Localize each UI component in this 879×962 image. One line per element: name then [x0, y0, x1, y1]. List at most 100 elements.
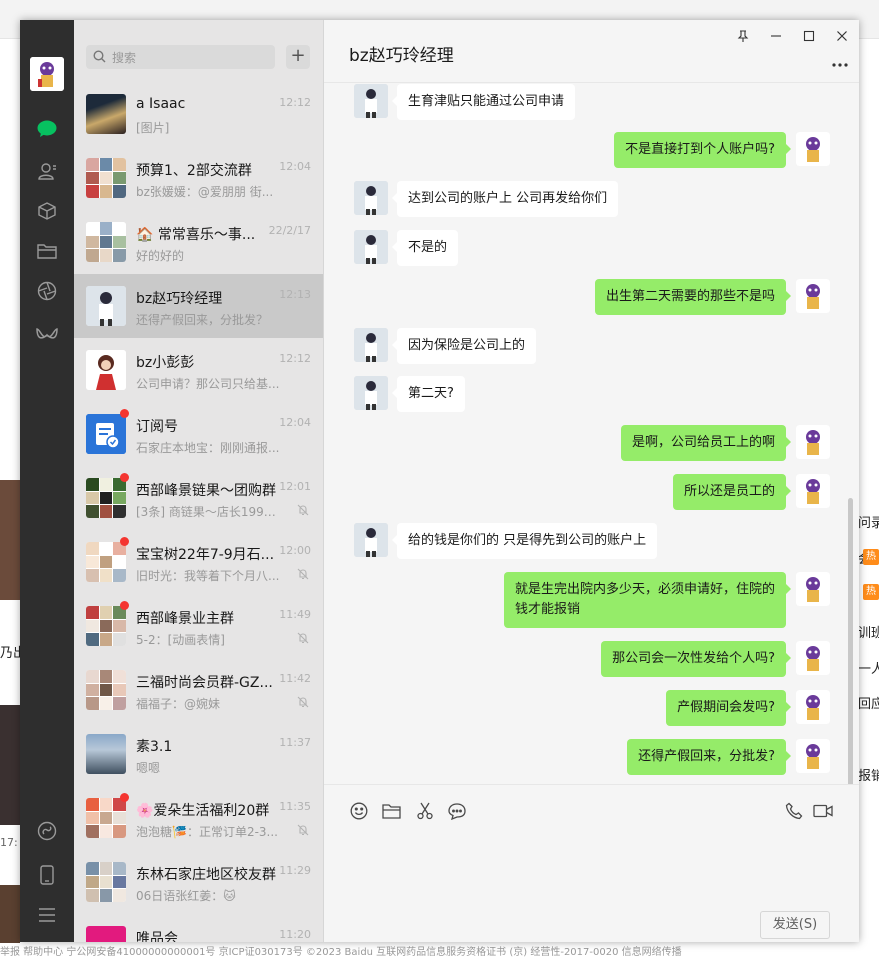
- conversation-name: 🏠 常常喜乐～事...: [136, 227, 256, 243]
- folder-icon[interactable]: [380, 800, 402, 822]
- message-bubble[interactable]: 是啊，公司给员工上的啊: [620, 425, 792, 461]
- pin-icon[interactable]: [731, 24, 755, 48]
- message-bubble[interactable]: 就是生完出院内多少天，必须申请好，住院的钱才能报销: [504, 572, 791, 628]
- search-input[interactable]: [110, 48, 269, 68]
- more-options-button[interactable]: [832, 52, 848, 71]
- my-avatar[interactable]: [796, 739, 830, 773]
- channels-icon[interactable]: [34, 322, 60, 348]
- message-bubble[interactable]: 达到公司的账户上 公司再发给你们: [391, 181, 619, 217]
- conversation-name: 订阅号: [136, 419, 178, 435]
- my-avatar[interactable]: [796, 641, 830, 675]
- message-bubble[interactable]: 不是的: [391, 230, 459, 266]
- menu-icon[interactable]: [34, 902, 60, 928]
- mini-program-icon[interactable]: [34, 818, 60, 844]
- minimize-button[interactable]: [764, 24, 788, 48]
- conversation-preview: 泡泡糖🎏：正常订单2-3...: [136, 825, 278, 839]
- conversation-name: 西部峰景业主群: [136, 611, 234, 627]
- contact-avatar[interactable]: [354, 376, 388, 410]
- conversation-item[interactable]: 🏠 常常喜乐～事... 22/2/17 好的好的: [74, 210, 323, 274]
- bg-text-fragment: 一人: [858, 662, 879, 677]
- conversation-time: 22/2/17: [268, 224, 311, 237]
- chat-icon[interactable]: [34, 116, 60, 142]
- phone-call-icon[interactable]: [783, 800, 805, 822]
- contact-avatar[interactable]: [354, 181, 388, 215]
- message-bubble[interactable]: 给的钱是你们的 只是得先到公司的账户上: [391, 523, 658, 559]
- message-bubble[interactable]: 还得产假回来，分批发?: [627, 739, 791, 775]
- message-bubble[interactable]: 不是直接打到个人账户吗?: [614, 132, 791, 168]
- contacts-icon[interactable]: [34, 158, 60, 184]
- message-bubble[interactable]: 产假期间会发吗?: [666, 690, 791, 726]
- conversation-preview: 嗯嗯: [136, 761, 161, 775]
- conversation-time: 11:20: [279, 928, 311, 941]
- contact-avatar[interactable]: [354, 230, 388, 264]
- avatar: [86, 286, 126, 326]
- group-avatar: [86, 670, 126, 710]
- search-box[interactable]: [86, 45, 275, 69]
- chat-history-icon[interactable]: [446, 800, 468, 822]
- wechat-window: + a Isaac 12:12 [图片] 预算1、2部交流群 12:04 bz张…: [20, 20, 859, 942]
- add-chat-button[interactable]: +: [286, 45, 310, 69]
- message-bubble[interactable]: 所以还是员工的: [672, 474, 792, 510]
- my-avatar[interactable]: [796, 279, 830, 313]
- message-scrollbar[interactable]: [848, 498, 853, 788]
- video-call-icon[interactable]: [812, 800, 834, 822]
- unread-dot: [120, 793, 129, 802]
- conversation-item[interactable]: a Isaac 12:12 [图片]: [74, 82, 323, 146]
- conversation-item[interactable]: 预算1、2部交流群 12:04 bz张媛媛：@爱朋朋 街...: [74, 146, 323, 210]
- conversation-item[interactable]: bz小彭彭 12:12 公司申请？那公司只给基...: [74, 338, 323, 402]
- unread-dot: [120, 537, 129, 546]
- send-button[interactable]: 发送(S): [760, 911, 830, 939]
- conversation-time: 11:29: [279, 864, 311, 877]
- my-avatar[interactable]: [796, 132, 830, 166]
- conversation-item[interactable]: 宝宝树22年7-9月石... 12:00 旧时光：我等着下个月八...: [74, 530, 323, 594]
- bg-thumbnail-image: [0, 705, 20, 825]
- conversation-preview: 石家庄本地宝：刚刚通报...: [136, 441, 280, 455]
- conversation-item[interactable]: 唯品会 11:20: [74, 914, 323, 942]
- conversation-item[interactable]: 🌸爱朵生活福利20群 11:35 泡泡糖🎏：正常订单2-3...: [74, 786, 323, 850]
- favorites-icon[interactable]: [34, 198, 60, 224]
- conversation-item[interactable]: 西部峰景链果～团购群 12:01 [3条] 商链果～店长1993...: [74, 466, 323, 530]
- conversation-list: a Isaac 12:12 [图片] 预算1、2部交流群 12:04 bz张媛媛…: [74, 82, 323, 942]
- conversation-name: 素3.1: [136, 739, 173, 755]
- message-bubble[interactable]: 那公司会一次性发给个人吗?: [601, 641, 791, 677]
- message-bubble[interactable]: 生育津贴只能通过公司申请: [391, 84, 576, 120]
- my-avatar[interactable]: [30, 57, 64, 91]
- avatar: [86, 350, 126, 390]
- phone-icon[interactable]: [34, 862, 60, 888]
- files-icon[interactable]: [34, 238, 60, 264]
- my-avatar[interactable]: [796, 572, 830, 606]
- contact-avatar[interactable]: [354, 328, 388, 362]
- contact-avatar[interactable]: [354, 84, 388, 118]
- conversation-name: 东林石家庄地区校友群: [136, 867, 276, 883]
- conversation-item[interactable]: 素3.1 11:37 嗯嗯: [74, 722, 323, 786]
- group-avatar: [86, 542, 126, 582]
- my-avatar[interactable]: [796, 690, 830, 724]
- scissors-icon[interactable]: [414, 800, 436, 822]
- avatar: [86, 734, 126, 774]
- my-avatar[interactable]: [796, 474, 830, 508]
- conversation-time: 12:04: [279, 416, 311, 429]
- conversation-item[interactable]: 订阅号 12:04 石家庄本地宝：刚刚通报...: [74, 402, 323, 466]
- my-avatar[interactable]: [796, 425, 830, 459]
- conversation-item[interactable]: 东林石家庄地区校友群 11:29 06日语张红姜：🐱: [74, 850, 323, 914]
- mute-bell-icon: [297, 632, 309, 648]
- moments-icon[interactable]: [34, 278, 60, 304]
- contact-avatar[interactable]: [354, 523, 388, 557]
- group-avatar: [86, 158, 126, 198]
- group-avatar: [86, 478, 126, 518]
- conversation-name: 预算1、2部交流群: [136, 163, 252, 179]
- bg-text-fragment: 训班: [858, 626, 879, 641]
- conversation-item[interactable]: 西部峰景业主群 11:49 5-2：[动画表情]: [74, 594, 323, 658]
- conversation-item[interactable]: 三福时尚会员群-GZ... 11:42 福福子：@婉妹: [74, 658, 323, 722]
- conversation-preview: 5-2：[动画表情]: [136, 633, 225, 647]
- conversation-name: 西部峰景链果～团购群: [136, 483, 276, 499]
- message-input-area[interactable]: 发送(S): [324, 784, 859, 942]
- maximize-button[interactable]: [797, 24, 821, 48]
- close-button[interactable]: [830, 24, 854, 48]
- avatar: [86, 926, 126, 942]
- conversation-item-active[interactable]: bz赵巧玲经理 12:13 还得产假回来，分批发？: [74, 274, 323, 338]
- emoji-icon[interactable]: [348, 800, 370, 822]
- message-bubble[interactable]: 因为保险是公司上的: [391, 328, 537, 364]
- message-bubble[interactable]: 出生第二天需要的那些不是吗: [594, 279, 792, 315]
- message-bubble[interactable]: 第二天?: [392, 376, 465, 412]
